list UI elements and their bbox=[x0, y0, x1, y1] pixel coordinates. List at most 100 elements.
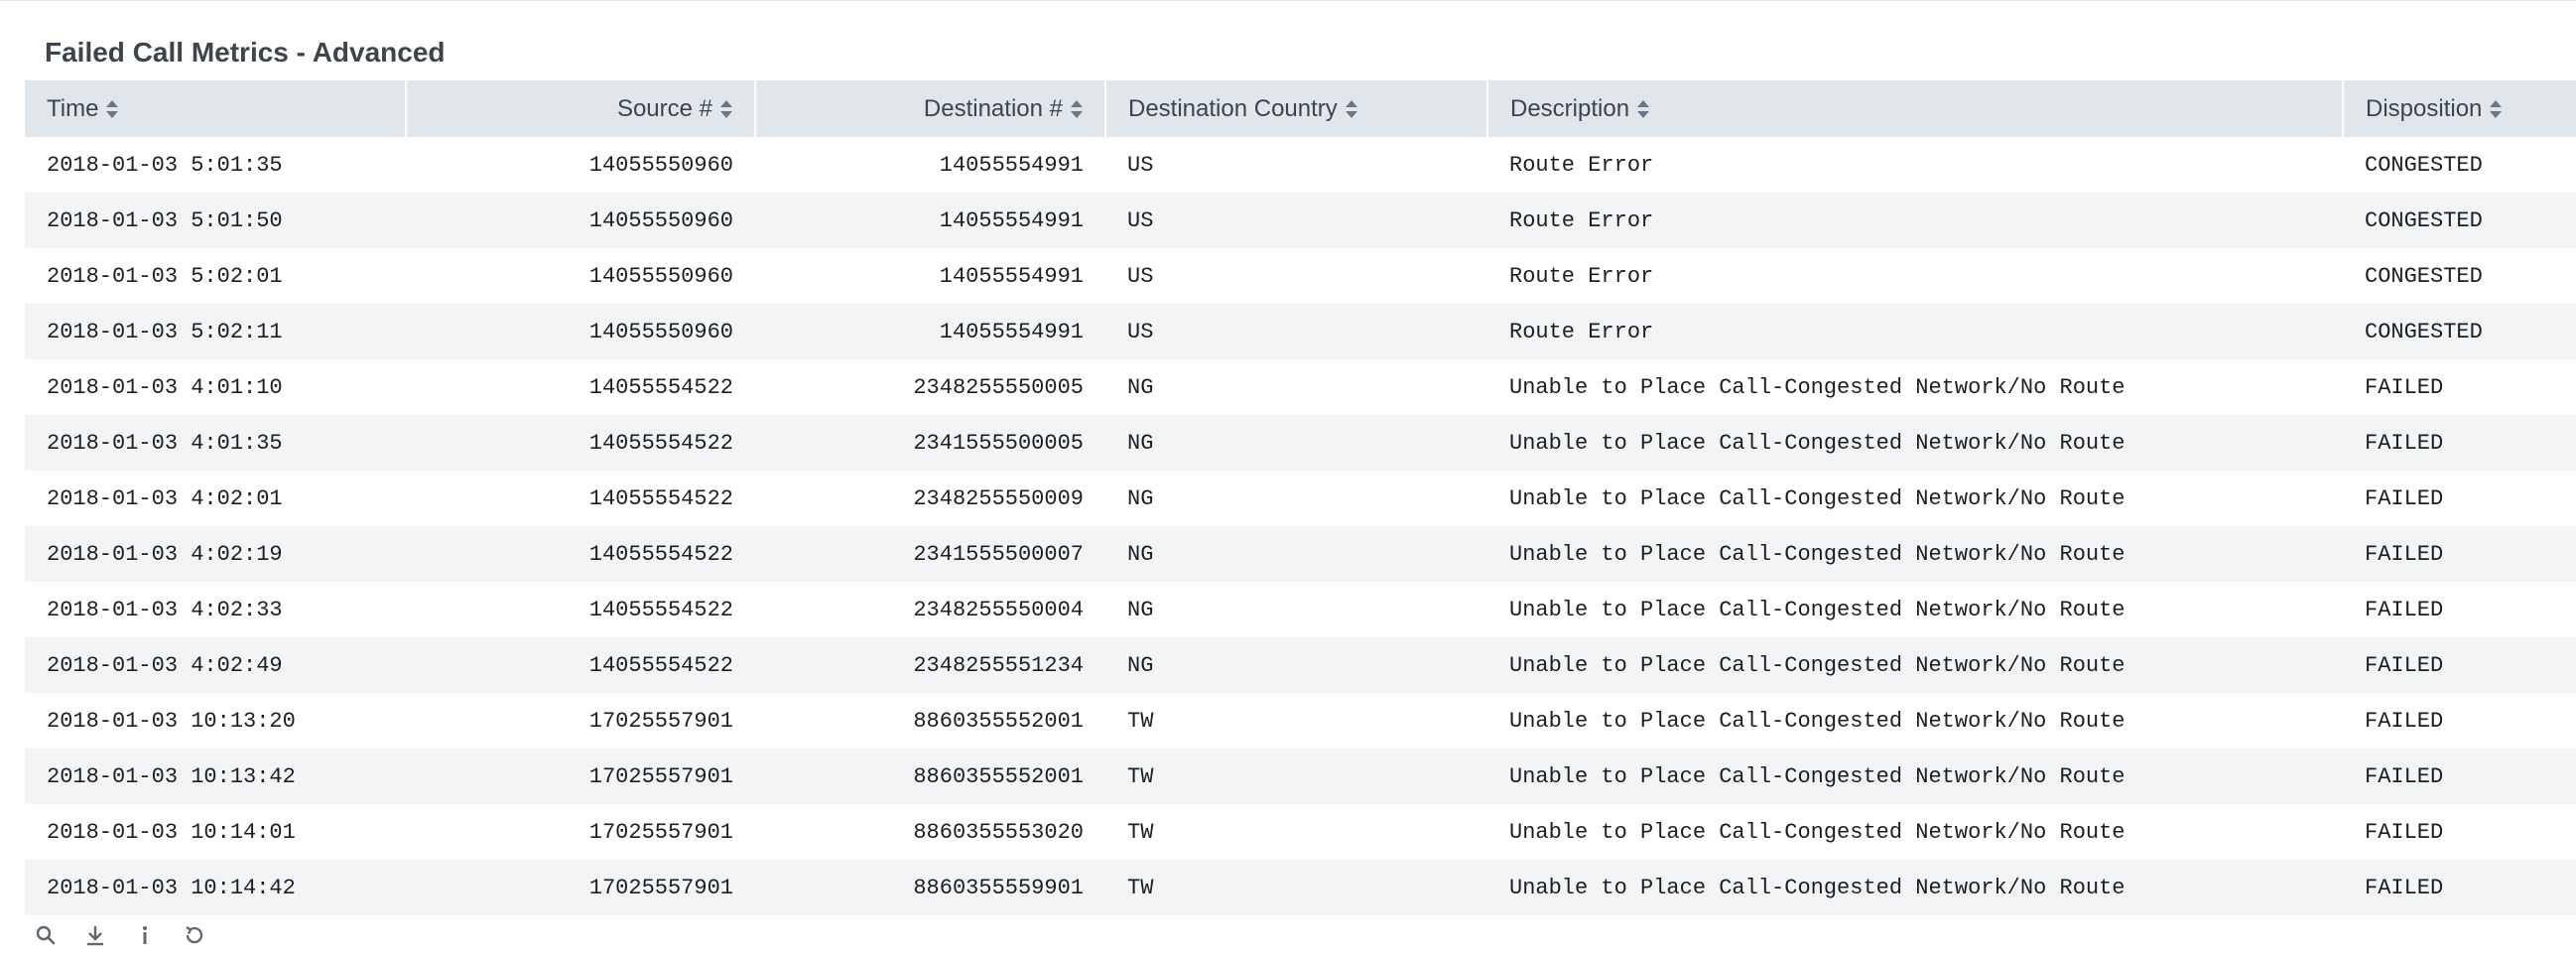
cell-description: Unable to Place Call-Congested Network/N… bbox=[1487, 637, 2343, 693]
table-row[interactable]: 2018-01-03 4:02:19 14055554522 23415555000… bbox=[25, 526, 2576, 582]
cell-source: 14055554522 bbox=[406, 471, 755, 526]
cell-destination-country: US bbox=[1105, 137, 1487, 193]
download-icon[interactable] bbox=[83, 923, 107, 947]
sort-icon bbox=[1345, 100, 1357, 119]
table-row[interactable]: 2018-01-03 5:01:35 14055550960 14055554991… bbox=[25, 137, 2576, 193]
cell-destination-country: US bbox=[1105, 193, 1487, 248]
column-header-source[interactable]: Source # bbox=[405, 80, 755, 137]
cell-description: Unable to Place Call-Congested Network/N… bbox=[1487, 415, 2343, 471]
table-row[interactable]: 2018-01-03 5:02:11 14055550960 14055554991… bbox=[25, 304, 2576, 359]
cell-description: Unable to Place Call-Congested Network/N… bbox=[1487, 860, 2343, 915]
cell-source: 14055550960 bbox=[406, 248, 755, 304]
cell-description: Unable to Place Call-Congested Network/N… bbox=[1487, 582, 2343, 637]
table-row[interactable]: 2018-01-03 4:02:33 14055554522 23482555500… bbox=[25, 582, 2576, 637]
cell-source: 14055554522 bbox=[406, 637, 755, 693]
cell-disposition: CONGESTED bbox=[2343, 248, 2576, 304]
cell-disposition: FAILED bbox=[2343, 582, 2576, 637]
column-header-label: Time bbox=[47, 94, 99, 122]
table-row[interactable]: 2018-01-03 4:02:01 14055554522 23482555500… bbox=[25, 471, 2576, 526]
panel-footer-toolbar bbox=[34, 920, 206, 950]
cell-disposition: FAILED bbox=[2343, 749, 2576, 804]
cell-destination-country: TW bbox=[1105, 749, 1487, 804]
panel-title: Failed Call Metrics - Advanced bbox=[45, 37, 446, 68]
table-row[interactable]: 2018-01-03 4:02:49 14055554522 23482555512… bbox=[25, 637, 2576, 693]
cell-description: Unable to Place Call-Congested Network/N… bbox=[1487, 749, 2343, 804]
sort-icon bbox=[1071, 100, 1083, 119]
search-icon[interactable] bbox=[34, 923, 58, 947]
column-header-label: Description bbox=[1510, 94, 1630, 122]
cell-disposition: FAILED bbox=[2343, 693, 2576, 749]
cell-source: 17025557901 bbox=[406, 749, 755, 804]
column-header-description[interactable]: Description bbox=[1486, 80, 2343, 137]
cell-destination-country: NG bbox=[1105, 359, 1487, 415]
table-row[interactable]: 2018-01-03 5:01:50 14055550960 14055554991… bbox=[25, 193, 2576, 248]
cell-time: 2018-01-03 4:02:19 bbox=[25, 526, 406, 582]
cell-source: 14055554522 bbox=[406, 415, 755, 471]
cell-description: Unable to Place Call-Congested Network/N… bbox=[1487, 804, 2343, 860]
sort-icon bbox=[1637, 100, 1650, 119]
cell-disposition: FAILED bbox=[2343, 860, 2576, 915]
table-row[interactable]: 2018-01-03 10:14:01 17025557901 8860355553… bbox=[25, 804, 2576, 860]
cell-destination-country: TW bbox=[1105, 860, 1487, 915]
cell-disposition: FAILED bbox=[2343, 359, 2576, 415]
cell-description: Unable to Place Call-Congested Network/N… bbox=[1487, 471, 2343, 526]
cell-source: 14055550960 bbox=[406, 193, 755, 248]
cell-time: 2018-01-03 5:01:50 bbox=[25, 193, 406, 248]
cell-description: Route Error bbox=[1487, 248, 2343, 304]
table-row[interactable]: 2018-01-03 10:14:42 17025557901 8860355559… bbox=[25, 860, 2576, 915]
refresh-icon[interactable] bbox=[183, 923, 206, 947]
cell-destination-country: US bbox=[1105, 304, 1487, 359]
cell-destination-country: NG bbox=[1105, 526, 1487, 582]
cell-destination: 14055554991 bbox=[755, 137, 1105, 193]
cell-source: 14055550960 bbox=[406, 137, 755, 193]
cell-destination: 8860355552001 bbox=[755, 693, 1105, 749]
cell-source: 17025557901 bbox=[406, 804, 755, 860]
cell-time: 2018-01-03 4:02:01 bbox=[25, 471, 406, 526]
table-row[interactable]: 2018-01-03 4:01:35 14055554522 23415555000… bbox=[25, 415, 2576, 471]
info-icon[interactable] bbox=[133, 923, 157, 947]
table-row[interactable]: 2018-01-03 5:02:01 14055550960 14055554991… bbox=[25, 248, 2576, 304]
column-header-disposition[interactable]: Disposition bbox=[2342, 80, 2576, 137]
column-header-label: Source # bbox=[616, 94, 712, 122]
cell-source: 17025557901 bbox=[406, 693, 755, 749]
column-header-destination-country[interactable]: Destination Country bbox=[1104, 80, 1487, 137]
cell-destination: 14055554991 bbox=[755, 304, 1105, 359]
cell-description: Route Error bbox=[1487, 304, 2343, 359]
cell-source: 14055554522 bbox=[406, 582, 755, 637]
column-header-label: Disposition bbox=[2366, 94, 2483, 122]
table-row[interactable]: 2018-01-03 4:01:10 14055554522 23482555500… bbox=[25, 359, 2576, 415]
column-header-time[interactable]: Time bbox=[25, 80, 406, 137]
cell-description: Route Error bbox=[1487, 193, 2343, 248]
cell-description: Unable to Place Call-Congested Network/N… bbox=[1487, 359, 2343, 415]
cell-destination: 2348255550009 bbox=[755, 471, 1105, 526]
cell-destination-country: NG bbox=[1105, 637, 1487, 693]
column-header-destination[interactable]: Destination # bbox=[754, 80, 1105, 137]
cell-disposition: FAILED bbox=[2343, 526, 2576, 582]
column-header-label: Destination Country bbox=[1128, 94, 1338, 122]
cell-destination: 14055554991 bbox=[755, 248, 1105, 304]
cell-destination-country: US bbox=[1105, 248, 1487, 304]
cell-source: 14055554522 bbox=[406, 359, 755, 415]
cell-disposition: CONGESTED bbox=[2343, 304, 2576, 359]
table-body: 2018-01-03 5:01:35 14055550960 14055554991… bbox=[25, 137, 2576, 915]
column-header-label: Destination # bbox=[923, 94, 1063, 122]
cell-destination: 2341555500007 bbox=[755, 526, 1105, 582]
sort-icon bbox=[720, 100, 732, 119]
cell-destination-country: NG bbox=[1105, 582, 1487, 637]
table-row[interactable]: 2018-01-03 10:13:42 17025557901 8860355552… bbox=[25, 749, 2576, 804]
cell-destination-country: TW bbox=[1105, 693, 1487, 749]
cell-destination: 2348255551234 bbox=[755, 637, 1105, 693]
cell-destination-country: TW bbox=[1105, 804, 1487, 860]
cell-time: 2018-01-03 4:01:10 bbox=[25, 359, 406, 415]
dashboard-panel: Failed Call Metrics - Advanced Time Sour… bbox=[0, 0, 2576, 958]
cell-time: 2018-01-03 4:02:33 bbox=[25, 582, 406, 637]
table-row[interactable]: 2018-01-03 10:13:20 17025557901 8860355552… bbox=[25, 693, 2576, 749]
cell-time: 2018-01-03 5:02:01 bbox=[25, 248, 406, 304]
cell-time: 2018-01-03 5:01:35 bbox=[25, 137, 406, 193]
sort-icon bbox=[2490, 100, 2503, 119]
header-row: Time Source # Destination # Destination … bbox=[25, 80, 2576, 137]
results-table: Time Source # Destination # Destination … bbox=[25, 80, 2576, 915]
cell-description: Route Error bbox=[1487, 137, 2343, 193]
cell-disposition: FAILED bbox=[2343, 804, 2576, 860]
cell-time: 2018-01-03 4:02:49 bbox=[25, 637, 406, 693]
